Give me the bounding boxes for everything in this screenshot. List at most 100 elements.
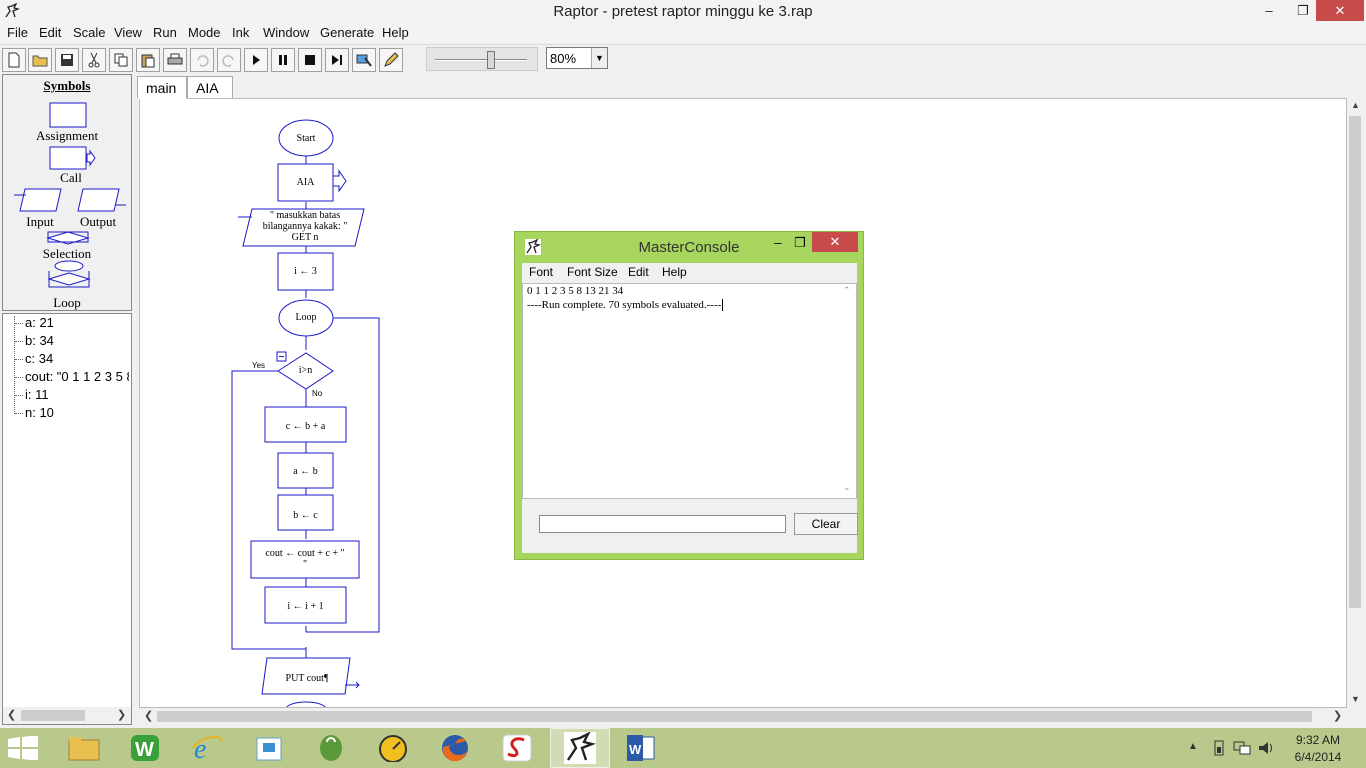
tray-expand-icon[interactable]: ▲ [1188, 741, 1198, 752]
undo-button[interactable] [190, 48, 214, 72]
save-button[interactable] [55, 48, 79, 72]
assign-inc-label[interactable]: i ← i + 1 [265, 601, 346, 612]
stop-button[interactable] [298, 48, 322, 72]
assign-b-label[interactable]: b ← c [278, 510, 333, 521]
canvas-hscrollbar[interactable]: ❮ ❯ [139, 708, 1347, 725]
variable-item[interactable]: cout: "0 1 1 2 3 5 8 [25, 369, 129, 384]
input-statement[interactable]: " masukkan batas bilangannya kakak: " GE… [252, 210, 358, 243]
assign-c-label[interactable]: c ← b + a [265, 421, 346, 432]
menu-file[interactable]: File [7, 25, 28, 40]
menu-window[interactable]: Window [263, 25, 309, 40]
taskbar-file-explorer[interactable] [54, 728, 114, 768]
copy-button[interactable] [109, 48, 133, 72]
menu-ink[interactable]: Ink [232, 25, 249, 40]
maximize-button[interactable]: ❐ [1288, 0, 1318, 21]
network-icon[interactable] [1233, 740, 1251, 756]
close-button[interactable]: ✕ [1316, 0, 1364, 21]
taskbar-raptor[interactable] [550, 728, 610, 768]
windows-start-icon[interactable] [8, 736, 38, 760]
new-button[interactable] [2, 48, 26, 72]
scroll-thumb[interactable] [157, 711, 1312, 722]
zoom-select[interactable]: 80% ▼ [546, 47, 608, 69]
loop-label[interactable]: Loop [279, 312, 333, 323]
battery-icon[interactable] [1212, 740, 1226, 756]
volume-icon[interactable] [1258, 740, 1274, 756]
taskbar-snagit[interactable] [488, 728, 548, 768]
menu-edit[interactable]: Edit [39, 25, 61, 40]
scroll-down-icon[interactable]: ⌄ [843, 482, 851, 493]
console-maximize-button[interactable]: ❐ [791, 235, 809, 251]
scroll-up-icon[interactable]: ▲ [1351, 100, 1360, 110]
console-menu-help[interactable]: Help [662, 265, 687, 279]
variable-item[interactable]: n: 10 [25, 405, 54, 420]
assignment-symbol[interactable] [49, 102, 87, 128]
variables-hscrollbar[interactable]: ❮ ❯ [3, 707, 131, 724]
call-label[interactable]: AIA [278, 177, 333, 188]
variable-item[interactable]: i: 11 [25, 387, 49, 402]
loop-symbol[interactable] [54, 260, 84, 272]
clock-time[interactable]: 9:32 AM [1278, 733, 1358, 747]
decision-label[interactable]: i>n [278, 365, 333, 376]
output-label[interactable]: PUT cout¶ [267, 673, 347, 684]
start-label[interactable]: Start [279, 133, 333, 144]
taskbar-wps[interactable]: W [116, 728, 176, 768]
variable-item[interactable]: c: 34 [25, 351, 53, 366]
step-button[interactable] [325, 48, 349, 72]
taskbar-evernote[interactable] [302, 728, 362, 768]
console-output[interactable]: 0 1 1 2 3 5 8 13 21 34 ----Run complete.… [522, 283, 857, 499]
menu-help[interactable]: Help [382, 25, 409, 40]
paste-button[interactable] [136, 48, 160, 72]
scroll-right-icon[interactable]: ❯ [1333, 709, 1342, 722]
menu-run[interactable]: Run [153, 25, 177, 40]
menu-scale[interactable]: Scale [73, 25, 106, 40]
scroll-left-icon[interactable]: ❮ [7, 708, 16, 721]
call-symbol[interactable] [49, 146, 87, 170]
variables-panel: a: 21 b: 34 c: 34 cout: "0 1 1 2 3 5 8 i… [2, 313, 132, 725]
taskbar-firefox[interactable] [426, 728, 486, 768]
print-button[interactable] [163, 48, 187, 72]
console-input-field[interactable] [539, 515, 786, 533]
console-menu-font-size[interactable]: Font Size [567, 265, 618, 279]
scroll-thumb[interactable] [1349, 116, 1361, 608]
speed-slider[interactable] [426, 47, 538, 71]
tab-aia[interactable]: AIA [187, 76, 233, 98]
canvas-vscrollbar[interactable]: ▲ ▼ [1347, 98, 1364, 708]
taskbar-app-store[interactable] [240, 728, 300, 768]
console-menu-edit[interactable]: Edit [628, 265, 649, 279]
slider-thumb[interactable] [487, 51, 495, 69]
open-button[interactable] [28, 48, 52, 72]
scroll-down-icon[interactable]: ▼ [1351, 694, 1360, 704]
cut-button[interactable] [82, 48, 106, 72]
play-button[interactable] [244, 48, 268, 72]
console-menu-font[interactable]: Font [529, 265, 553, 279]
minimize-button[interactable]: – [1254, 0, 1284, 21]
menu-view[interactable]: View [114, 25, 142, 40]
menu-generate[interactable]: Generate [320, 25, 374, 40]
clock-date[interactable]: 6/4/2014 [1278, 750, 1358, 764]
scroll-thumb[interactable] [21, 710, 85, 721]
input-symbol[interactable] [19, 188, 62, 212]
assign-a-label[interactable]: a ← b [278, 466, 333, 477]
pause-button[interactable] [271, 48, 295, 72]
variable-item[interactable]: b: 34 [25, 333, 54, 348]
clear-button[interactable]: Clear [794, 513, 858, 535]
tab-main[interactable]: main [137, 76, 187, 99]
chevron-down-icon[interactable]: ▼ [591, 48, 607, 68]
scroll-up-icon[interactable]: ⌃ [843, 285, 851, 296]
redo-button[interactable] [217, 48, 241, 72]
test-server-button[interactable] [352, 48, 376, 72]
assign-cout-statement[interactable]: cout ← cout + c + " " [251, 548, 359, 570]
menu-mode[interactable]: Mode [188, 25, 221, 40]
console-menu-bar: Font Font Size Edit Help [522, 263, 857, 283]
assign-i-label[interactable]: i ← 3 [278, 266, 333, 277]
output-symbol[interactable] [77, 188, 120, 212]
scroll-left-icon[interactable]: ❮ [144, 709, 153, 722]
pen-button[interactable] [379, 48, 403, 72]
taskbar-speedometer-app[interactable] [364, 728, 424, 768]
console-close-button[interactable]: ✕ [812, 232, 858, 252]
console-minimize-button[interactable]: – [769, 235, 787, 250]
taskbar-word[interactable]: W [612, 728, 672, 768]
variable-item[interactable]: a: 21 [25, 315, 54, 330]
scroll-right-icon[interactable]: ❯ [117, 708, 126, 721]
taskbar-internet-explorer[interactable]: e [178, 728, 238, 768]
